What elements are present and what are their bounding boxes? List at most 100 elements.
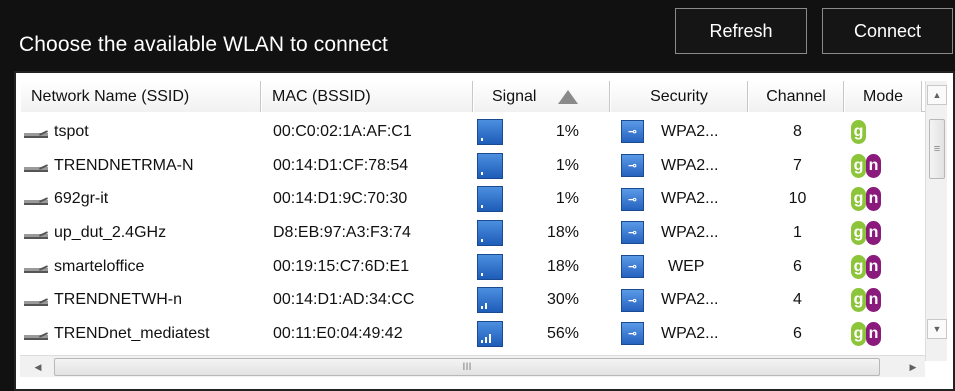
signal-strength-icon <box>477 287 503 314</box>
mac-cell: 00:C0:02:1A:AF:C1 <box>273 122 412 140</box>
vertical-scroll-thumb[interactable]: ≡ <box>929 119 945 179</box>
signal-strength-icon <box>477 219 503 246</box>
channel-cell: 6 <box>793 324 802 342</box>
mode-n-badge: n <box>866 220 881 245</box>
router-icon <box>24 126 50 138</box>
router-icon <box>24 193 50 206</box>
security-cell: ⊸ WPA2... <box>615 221 750 245</box>
signal-bar <box>481 171 483 175</box>
mode-cell: gn <box>845 321 925 346</box>
signal-bar <box>481 272 483 276</box>
signal-bar <box>481 339 483 343</box>
mode-n-badge: n <box>866 254 881 279</box>
lock-icon: ⊸ <box>621 322 644 346</box>
mac-cell: 00:14:D1:9C:70:30 <box>273 190 408 208</box>
mode-n-badge: n <box>866 187 881 212</box>
table-row[interactable]: 692gr-it 00:14:D1:9C:70:30 1% ⊸ WPA2... … <box>20 182 925 216</box>
signal-value: 1% <box>555 190 579 208</box>
signal-value: 1% <box>555 122 579 140</box>
signal-bar <box>481 238 483 242</box>
ssid-cell: smarteloffice <box>20 258 267 276</box>
table-row[interactable]: up_dut_2.4GHz D8:EB:97:A3:F3:74 18% ⊸ WP… <box>20 216 925 250</box>
scroll-right-icon[interactable]: ▶ <box>903 357 923 377</box>
ssid-text: TRENDNETRMA-N <box>54 156 194 174</box>
security-cell: ⊸ WPA2... <box>615 187 750 211</box>
mac-cell: 00:11:E0:04:49:42 <box>273 324 403 342</box>
mode-n-badge: n <box>866 321 881 346</box>
lock-icon: ⊸ <box>621 221 644 245</box>
security-cell: ⊸ WPA2... <box>615 154 750 178</box>
column-header-ssid[interactable]: Network Name (SSID) <box>20 81 261 112</box>
router-icon <box>24 227 50 239</box>
signal-cell: 1% <box>477 152 615 179</box>
mode-g-badge: g <box>851 119 866 144</box>
lock-icon: ⊸ <box>621 255 644 279</box>
scroll-left-icon[interactable]: ◀ <box>28 357 48 377</box>
security-text: WPA2... <box>661 223 719 241</box>
mode-g-badge: g <box>851 220 866 245</box>
signal-value: 18% <box>546 223 579 241</box>
ssid-cell: 692gr-it <box>20 190 267 208</box>
signal-value: 1% <box>555 156 579 174</box>
mode-g-badge: g <box>851 321 866 346</box>
mode-cell: gn <box>845 254 925 279</box>
security-text: WPA2... <box>661 122 719 140</box>
signal-bar <box>485 336 487 343</box>
ssid-text: smarteloffice <box>54 257 145 275</box>
channel-cell: 6 <box>793 257 802 275</box>
ssid-cell: up_dut_2.4GHz <box>20 224 267 242</box>
column-header-signal-label: Signal <box>492 87 537 105</box>
connect-button[interactable]: Connect <box>822 8 953 54</box>
column-header-mode[interactable]: Mode <box>844 81 922 112</box>
mode-cell: gn <box>845 220 925 245</box>
column-header-channel[interactable]: Channel <box>748 81 844 112</box>
security-cell: ⊸ WPA2... <box>615 288 750 312</box>
channel-cell: 7 <box>793 156 802 174</box>
signal-cell: 1% <box>477 186 615 213</box>
router-icon <box>24 294 50 307</box>
mode-g-badge: g <box>851 254 866 279</box>
table-row[interactable]: TRENDnet_mediatest 00:11:E0:04:49:42 56%… <box>20 317 925 351</box>
lock-icon: ⊸ <box>621 154 644 178</box>
ssid-text: up_dut_2.4GHz <box>54 223 167 241</box>
table-row[interactable]: smarteloffice 00:19:15:C7:6D:E1 18% ⊸ WE… <box>20 250 925 284</box>
horizontal-scroll-thumb[interactable]: III <box>54 358 880 376</box>
mac-cell: D8:EB:97:A3:F3:74 <box>273 223 411 241</box>
signal-bar <box>489 333 491 343</box>
security-cell: ⊸ WPA2... <box>615 322 750 346</box>
security-text: WEP <box>668 257 705 275</box>
table-row[interactable]: tspot 00:C0:02:1A:AF:C1 1% ⊸ WPA2... 8 g <box>20 115 925 149</box>
scroll-down-icon[interactable]: ▼ <box>927 319 947 339</box>
ssid-text: 692gr-it <box>54 190 109 208</box>
ssid-cell: TRENDnet_mediatest <box>20 325 267 343</box>
scroll-grip: III <box>462 361 472 373</box>
ssid-cell: TRENDNETWH-n <box>20 291 267 309</box>
signal-value: 56% <box>546 324 579 342</box>
refresh-button[interactable]: Refresh <box>675 8 807 54</box>
horizontal-scrollbar[interactable]: ◀ III ▶ <box>20 355 925 377</box>
mac-cell: 00:14:D1:AD:34:CC <box>273 291 415 309</box>
table-row[interactable]: TRENDNETWH-n 00:14:D1:AD:34:CC 30% ⊸ WPA… <box>20 283 925 317</box>
signal-cell: 56% <box>477 320 615 347</box>
router-icon <box>24 160 50 172</box>
scroll-up-icon[interactable]: ▲ <box>927 85 947 105</box>
vertical-scrollbar[interactable]: ▲ ≡ ▼ <box>925 81 947 361</box>
security-text: WPA2... <box>661 156 719 174</box>
mode-n-badge: n <box>866 153 881 178</box>
lock-icon: ⊸ <box>621 288 644 312</box>
channel-cell: 1 <box>793 223 802 241</box>
column-header-security[interactable]: Security <box>610 81 748 112</box>
mode-g-badge: g <box>851 288 866 313</box>
ssid-text: tspot <box>54 122 89 140</box>
table-header: Network Name (SSID) MAC (BSSID) Signal S… <box>20 81 942 112</box>
security-text: WPA2... <box>661 324 719 342</box>
router-icon <box>24 328 50 340</box>
mode-cell: gn <box>845 153 925 178</box>
channel-cell: 8 <box>793 122 802 140</box>
mode-n-badge: n <box>866 288 881 313</box>
column-header-mac[interactable]: MAC (BSSID) <box>261 81 473 112</box>
signal-cell: 18% <box>477 253 615 280</box>
ssid-cell: TRENDNETRMA-N <box>20 157 267 175</box>
table-row[interactable]: TRENDNETRMA-N 00:14:D1:CF:78:54 1% ⊸ WPA… <box>20 149 925 183</box>
column-header-signal[interactable]: Signal <box>473 81 610 112</box>
